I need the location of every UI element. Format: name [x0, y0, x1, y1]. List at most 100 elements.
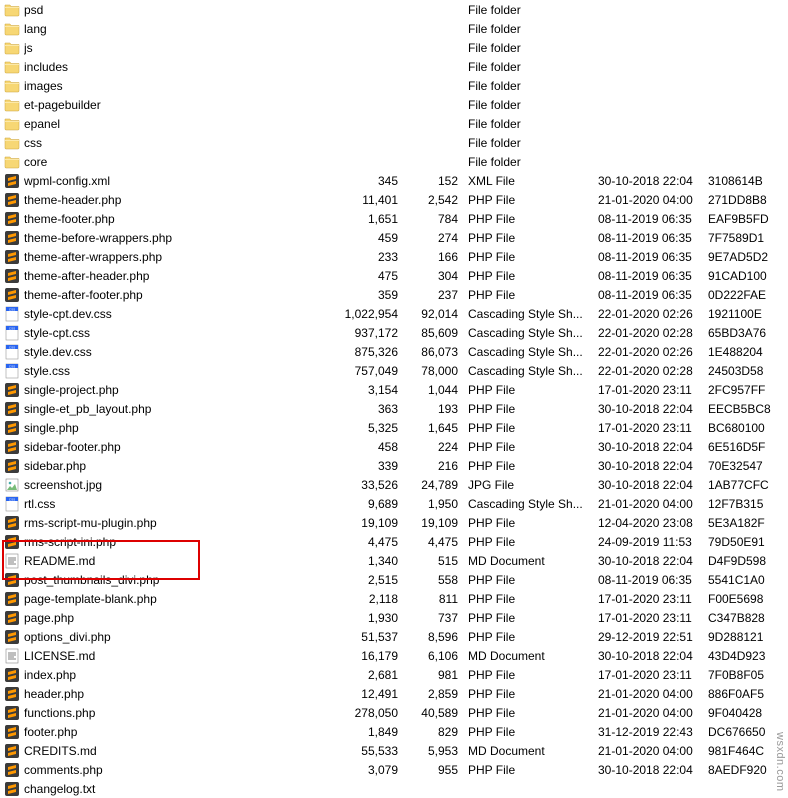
file-row[interactable]: comments.php3,079955PHP File30-10-2018 2…: [0, 760, 788, 779]
file-row[interactable]: includesFile folder: [0, 57, 788, 76]
file-row[interactable]: theme-footer.php1,651784PHP File08-11-20…: [0, 209, 788, 228]
watermark-text: wsxdn.com: [774, 732, 786, 792]
file-row[interactable]: CSSstyle.css757,04978,000Cascading Style…: [0, 361, 788, 380]
file-hash: 3108614B: [704, 174, 788, 188]
file-size: 3,154: [344, 383, 404, 397]
sublime-icon: [4, 534, 20, 550]
file-size: 359: [344, 288, 404, 302]
file-name: style-cpt.css: [24, 326, 344, 340]
file-size: 1,022,954: [344, 307, 404, 321]
file-row[interactable]: index.php2,681981PHP File17-01-2020 23:1…: [0, 665, 788, 684]
file-size: 4,475: [344, 535, 404, 549]
file-row[interactable]: LICENSE.md16,1796,106MD Document30-10-20…: [0, 646, 788, 665]
file-row[interactable]: langFile folder: [0, 19, 788, 38]
file-size: 55,533: [344, 744, 404, 758]
file-hash: 271DD8B8: [704, 193, 788, 207]
file-size: 363: [344, 402, 404, 416]
file-row[interactable]: psdFile folder: [0, 0, 788, 19]
file-modified: 22-01-2020 02:28: [594, 364, 704, 378]
file-list: psdFile folderlangFile folderjsFile fold…: [0, 0, 788, 798]
file-row[interactable]: sidebar-footer.php458224PHP File30-10-20…: [0, 437, 788, 456]
file-type: PHP File: [464, 269, 594, 283]
file-size: 5,325: [344, 421, 404, 435]
file-row[interactable]: single.php5,3251,645PHP File17-01-2020 2…: [0, 418, 788, 437]
folder-icon: [4, 116, 20, 132]
file-size: 51,537: [344, 630, 404, 644]
svg-text:CSS: CSS: [9, 345, 15, 349]
file-type: MD Document: [464, 649, 594, 663]
file-name: page.php: [24, 611, 344, 625]
file-row[interactable]: theme-after-header.php475304PHP File08-1…: [0, 266, 788, 285]
file-row[interactable]: post_thumbnails_divi.php2,515558PHP File…: [0, 570, 788, 589]
file-row[interactable]: CSSstyle-cpt.css937,17285,609Cascading S…: [0, 323, 788, 342]
file-row[interactable]: options_divi.php51,5378,596PHP File29-12…: [0, 627, 788, 646]
file-packed-size: 784: [404, 212, 464, 226]
file-row[interactable]: single-project.php3,1541,044PHP File17-0…: [0, 380, 788, 399]
file-packed-size: 2,859: [404, 687, 464, 701]
file-name: et-pagebuilder: [24, 98, 344, 112]
file-type: JPG File: [464, 478, 594, 492]
file-name: sidebar-footer.php: [24, 440, 344, 454]
file-name: rtl.css: [24, 497, 344, 511]
file-packed-size: 152: [404, 174, 464, 188]
file-row[interactable]: theme-before-wrappers.php459274PHP File0…: [0, 228, 788, 247]
file-row[interactable]: theme-after-wrappers.php233166PHP File08…: [0, 247, 788, 266]
file-type: PHP File: [464, 611, 594, 625]
file-name: screenshot.jpg: [24, 478, 344, 492]
svg-text:CSS: CSS: [9, 364, 15, 368]
file-name: single-project.php: [24, 383, 344, 397]
file-name: rms-script-mu-plugin.php: [24, 516, 344, 530]
file-packed-size: 515: [404, 554, 464, 568]
file-row[interactable]: CSSstyle-cpt.dev.css1,022,95492,014Casca…: [0, 304, 788, 323]
sublime-icon: [4, 211, 20, 227]
file-row[interactable]: footer.php1,849829PHP File31-12-2019 22:…: [0, 722, 788, 741]
file-packed-size: 166: [404, 250, 464, 264]
file-row[interactable]: page.php1,930737PHP File17-01-2020 23:11…: [0, 608, 788, 627]
folder-icon: [4, 97, 20, 113]
file-hash: C347B828: [704, 611, 788, 625]
file-row[interactable]: header.php12,4912,859PHP File21-01-2020 …: [0, 684, 788, 703]
file-row[interactable]: functions.php278,05040,589PHP File21-01-…: [0, 703, 788, 722]
file-row[interactable]: theme-header.php11,4012,542PHP File21-01…: [0, 190, 788, 209]
file-row[interactable]: rms-script-ini.php4,4754,475PHP File24-0…: [0, 532, 788, 551]
file-hash: EECB5BC8: [704, 402, 788, 416]
file-row[interactable]: wpml-config.xml345152XML File30-10-2018 …: [0, 171, 788, 190]
file-row[interactable]: CREDITS.md55,5335,953MD Document21-01-20…: [0, 741, 788, 760]
file-packed-size: 811: [404, 592, 464, 606]
file-type: PHP File: [464, 459, 594, 473]
file-hash: 5541C1A0: [704, 573, 788, 587]
file-name: README.md: [24, 554, 344, 568]
file-row[interactable]: cssFile folder: [0, 133, 788, 152]
file-row[interactable]: page-template-blank.php2,118811PHP File1…: [0, 589, 788, 608]
file-type: PHP File: [464, 383, 594, 397]
file-row[interactable]: theme-after-footer.php359237PHP File08-1…: [0, 285, 788, 304]
file-row[interactable]: coreFile folder: [0, 152, 788, 171]
file-row[interactable]: sidebar.php339216PHP File30-10-2018 22:0…: [0, 456, 788, 475]
file-row[interactable]: single-et_pb_layout.php363193PHP File30-…: [0, 399, 788, 418]
file-modified: 30-10-2018 22:04: [594, 649, 704, 663]
file-name: css: [24, 136, 344, 150]
file-row[interactable]: et-pagebuilderFile folder: [0, 95, 788, 114]
file-packed-size: 981: [404, 668, 464, 682]
file-row[interactable]: screenshot.jpg33,52624,789JPG File30-10-…: [0, 475, 788, 494]
file-row[interactable]: epanelFile folder: [0, 114, 788, 133]
file-type: PHP File: [464, 193, 594, 207]
file-size: 9,689: [344, 497, 404, 511]
file-row[interactable]: README.md1,340515MD Document30-10-2018 2…: [0, 551, 788, 570]
css-icon: CSS: [4, 306, 20, 322]
file-size: 16,179: [344, 649, 404, 663]
file-row[interactable]: imagesFile folder: [0, 76, 788, 95]
file-row[interactable]: CSSrtl.css9,6891,950Cascading Style Sh..…: [0, 494, 788, 513]
file-type: PHP File: [464, 402, 594, 416]
file-row[interactable]: rms-script-mu-plugin.php19,10919,109PHP …: [0, 513, 788, 532]
sublime-icon: [4, 515, 20, 531]
file-row[interactable]: CSSstyle.dev.css875,32686,073Cascading S…: [0, 342, 788, 361]
file-size: 475: [344, 269, 404, 283]
sublime-icon: [4, 686, 20, 702]
file-row[interactable]: changelog.txt: [0, 779, 788, 798]
file-modified: 08-11-2019 06:35: [594, 269, 704, 283]
file-name: images: [24, 79, 344, 93]
file-row[interactable]: jsFile folder: [0, 38, 788, 57]
sublime-icon: [4, 192, 20, 208]
sublime-icon: [4, 420, 20, 436]
